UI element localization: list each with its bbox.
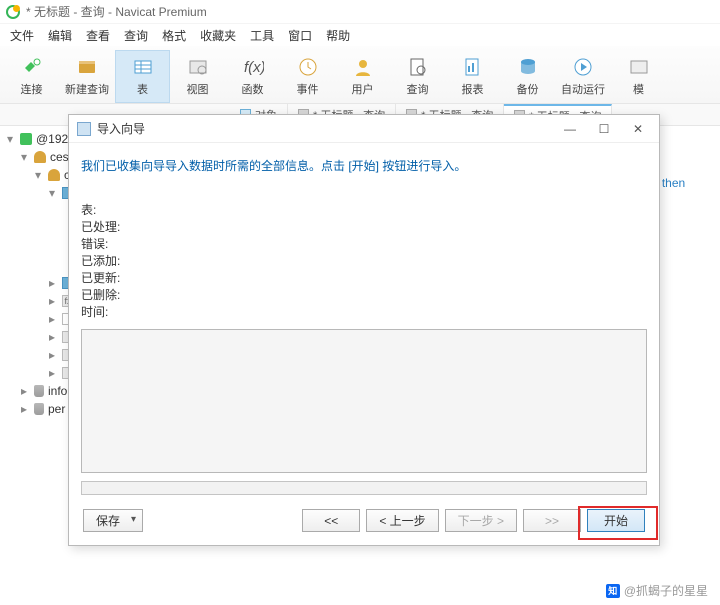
toolbar-label: 自动运行 <box>561 81 605 97</box>
summary-row: 已删除: <box>81 287 647 304</box>
close-button[interactable]: ✕ <box>621 118 655 140</box>
menu-favorites[interactable]: 收藏夹 <box>200 27 236 44</box>
next-button: 下一步 > <box>445 509 517 532</box>
fx-icon: f(x) <box>241 56 265 78</box>
summary-row: 已添加: <box>81 253 647 270</box>
wizard-icon <box>77 122 91 136</box>
toolbar-fx-button[interactable]: f(x) 函数 <box>225 50 280 103</box>
prev-button[interactable]: < 上一步 <box>366 509 438 532</box>
toolbar-model-button[interactable]: 模 <box>611 50 666 103</box>
user-icon <box>351 56 375 78</box>
menu-edit[interactable]: 编辑 <box>48 27 72 44</box>
server-icon <box>20 133 32 145</box>
toolbar-label: 报表 <box>462 81 484 97</box>
toolbar-label: 用户 <box>352 81 374 97</box>
toolbar-report-button[interactable]: 报表 <box>445 50 500 103</box>
database-icon <box>34 151 46 163</box>
toolbar-label: 事件 <box>297 81 319 97</box>
main-toolbar: 连接 新建查询 表 视图 f(x) 函数 事件 用户 查询 报表 备份 自动运行 模 <box>0 46 720 104</box>
query-icon <box>406 56 430 78</box>
toolbar-label: 备份 <box>517 81 539 97</box>
toolbar-plug-button[interactable]: 连接 <box>4 50 59 103</box>
auto-icon <box>571 56 595 78</box>
maximize-button[interactable]: ☐ <box>587 118 621 140</box>
toolbar-grid-button[interactable]: 新建查询 <box>59 50 115 103</box>
toolbar-label: 模 <box>633 81 644 97</box>
menu-query[interactable]: 查询 <box>124 27 148 44</box>
watermark: 知 @抓蝎子的星星 <box>606 582 708 599</box>
svg-text:f(x): f(x) <box>244 59 264 76</box>
toolbar-user-button[interactable]: 用户 <box>335 50 390 103</box>
menu-window[interactable]: 窗口 <box>288 27 312 44</box>
toolbar-table-button[interactable]: 表 <box>115 50 170 103</box>
toolbar-label: 视图 <box>187 81 209 97</box>
menu-view[interactable]: 查看 <box>86 27 110 44</box>
tree-db3[interactable]: per <box>48 402 65 416</box>
db-icon <box>34 403 44 415</box>
last-button: >> <box>523 509 581 532</box>
summary-row: 已处理: <box>81 219 647 236</box>
toolbar-label: 函数 <box>242 81 264 97</box>
window-title: * 无标题 - 查询 - Navicat Premium <box>26 3 207 20</box>
toolbar-label: 查询 <box>407 81 429 97</box>
backup-icon <box>516 56 540 78</box>
progress-bar <box>81 481 647 495</box>
menu-bar: 文件 编辑 查看 查询 格式 收藏夹 工具 窗口 帮助 <box>0 24 720 46</box>
table-icon <box>131 56 155 78</box>
menu-help[interactable]: 帮助 <box>326 27 350 44</box>
toolbar-view-button[interactable]: 视图 <box>170 50 225 103</box>
zhihu-icon: 知 <box>606 584 620 598</box>
dialog-footer: 保存 << < 上一步 下一步 > >> 开始 <box>81 509 647 532</box>
summary-row: 时间: <box>81 304 647 321</box>
summary-row: 错误: <box>81 236 647 253</box>
log-textarea[interactable] <box>81 329 647 473</box>
toolbar-label: 连接 <box>21 81 43 97</box>
save-button[interactable]: 保存 <box>83 509 143 532</box>
minimize-button[interactable]: — <box>553 118 587 140</box>
toolbar-label: 表 <box>137 81 148 97</box>
menu-file[interactable]: 文件 <box>10 27 34 44</box>
summary-fields: 表:已处理:错误:已添加:已更新:已删除:时间: <box>81 202 647 321</box>
menu-format[interactable]: 格式 <box>162 27 186 44</box>
schema-icon <box>48 169 60 181</box>
view-icon <box>186 56 210 78</box>
grid-icon <box>75 56 99 78</box>
tree-db2[interactable]: info <box>48 384 67 398</box>
app-titlebar: * 无标题 - 查询 - Navicat Premium <box>0 0 720 24</box>
toolbar-auto-button[interactable]: 自动运行 <box>555 50 611 103</box>
toolbar-clock-button[interactable]: 事件 <box>280 50 335 103</box>
menu-tools[interactable]: 工具 <box>250 27 274 44</box>
summary-row: 表: <box>81 202 647 219</box>
dialog-title: 导入向导 <box>97 120 145 137</box>
report-icon <box>461 56 485 78</box>
toolbar-label: 新建查询 <box>65 81 109 97</box>
import-wizard-dialog: 导入向导 — ☐ ✕ 我们已收集向导导入数据时所需的全部信息。点击 [开始] 按… <box>68 114 660 546</box>
db-icon <box>34 385 44 397</box>
clock-icon <box>296 56 320 78</box>
highlight-box <box>578 506 658 540</box>
model-icon <box>627 56 651 78</box>
watermark-text: @抓蝎子的星星 <box>624 582 708 599</box>
dialog-message: 我们已收集向导导入数据时所需的全部信息。点击 [开始] 按钮进行导入。 <box>81 157 647 174</box>
app-logo-icon <box>6 5 20 19</box>
first-button[interactable]: << <box>302 509 360 532</box>
toolbar-query-button[interactable]: 查询 <box>390 50 445 103</box>
summary-row: 已更新: <box>81 270 647 287</box>
toolbar-backup-button[interactable]: 备份 <box>500 50 555 103</box>
dialog-titlebar[interactable]: 导入向导 — ☐ ✕ <box>69 115 659 143</box>
plug-icon <box>20 56 44 78</box>
